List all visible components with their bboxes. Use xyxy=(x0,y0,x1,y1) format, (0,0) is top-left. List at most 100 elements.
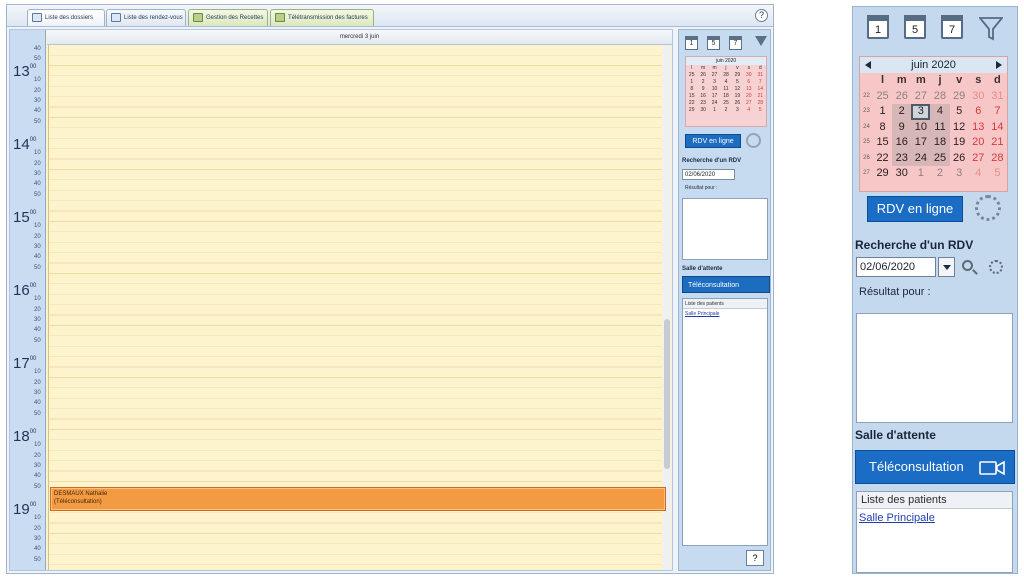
calendar-day[interactable]: 30 xyxy=(697,107,708,114)
calendar-day[interactable]: 22 xyxy=(873,151,892,167)
calendar-day[interactable]: 9 xyxy=(697,86,708,93)
calendar-day[interactable]: 25 xyxy=(720,100,731,107)
calendar-day[interactable]: 23 xyxy=(697,100,708,107)
calendar-day[interactable]: 12 xyxy=(732,86,743,93)
day-view-icon[interactable]: 1 xyxy=(685,36,698,50)
calendar-day[interactable]: 2 xyxy=(720,107,731,114)
calendar-day[interactable]: 2 xyxy=(930,166,949,182)
month-calendar[interactable]: juin 2020 l m m j v s d 22 25 26 27 28 29 30 31 23 1 2 3 4 5… xyxy=(859,56,1008,192)
date-field[interactable]: 02/06/2020 xyxy=(856,257,936,277)
calendar-day[interactable]: 9 xyxy=(892,119,912,135)
help-icon[interactable]: ? xyxy=(755,9,768,22)
calendar-day[interactable]: 13 xyxy=(969,120,988,136)
tab-teletransmission[interactable]: Télétransmission des factures xyxy=(270,9,374,26)
calendar-day[interactable]: 27 xyxy=(911,89,930,105)
calendar-day[interactable]: 21 xyxy=(988,135,1007,151)
refresh-icon[interactable] xyxy=(975,195,1001,221)
calendar-day[interactable]: 31 xyxy=(755,72,766,79)
calendar-day[interactable]: 25 xyxy=(686,72,697,79)
calendar-day[interactable]: 11 xyxy=(720,86,731,93)
filter-icon[interactable] xyxy=(755,36,767,46)
calendar-day[interactable]: 4 xyxy=(720,79,731,86)
calendar-day[interactable]: 28 xyxy=(930,89,949,105)
calendar-day[interactable]: 5 xyxy=(732,79,743,86)
calendar-day[interactable]: 15 xyxy=(873,135,892,151)
calendar-day[interactable]: 2 xyxy=(892,104,912,120)
calendar-day[interactable]: 1 xyxy=(873,104,892,120)
week7-view-icon[interactable]: 7 xyxy=(729,36,742,50)
calendar-day[interactable]: 15 xyxy=(686,93,697,100)
calendar-day[interactable]: 8 xyxy=(686,86,697,93)
patient-link-small[interactable]: Salle Principale xyxy=(683,309,767,319)
calendar-day[interactable]: 17 xyxy=(709,93,720,100)
calendar-day[interactable]: 6 xyxy=(969,104,988,120)
calendar-day[interactable]: 5 xyxy=(950,104,969,120)
calendar-day[interactable]: 26 xyxy=(950,151,969,167)
prev-month-icon[interactable] xyxy=(865,61,871,69)
calendar-day[interactable]: 16 xyxy=(892,135,912,151)
refresh-icon[interactable] xyxy=(746,133,761,148)
calendar-day[interactable]: 22 xyxy=(686,100,697,107)
week7-view-icon[interactable]: 7 xyxy=(941,15,963,39)
appointment-block[interactable]: DESMAUX Nathalie (Téléconsultation) xyxy=(50,487,666,511)
rdv-en-ligne-button-small[interactable]: RDV en ligne xyxy=(685,134,741,148)
calendar-day[interactable]: 26 xyxy=(892,89,911,105)
calendar-day[interactable]: 26 xyxy=(697,72,708,79)
calendar-day[interactable]: 19 xyxy=(732,93,743,100)
calendar-day[interactable]: 30 xyxy=(892,166,911,182)
calendar-day[interactable]: 23 xyxy=(892,150,912,166)
calendar-day[interactable]: 30 xyxy=(969,89,988,105)
date-dropdown-button[interactable] xyxy=(938,257,955,277)
calendar-day[interactable]: 28 xyxy=(720,72,731,79)
date-field-small[interactable]: 02/06/2020 xyxy=(682,169,735,180)
patient-link-salle-principale[interactable]: Salle Principale xyxy=(857,509,1012,527)
calendar-day[interactable]: 7 xyxy=(988,104,1007,120)
filter-icon[interactable] xyxy=(979,17,1003,41)
calendar-day[interactable]: 19 xyxy=(950,135,969,151)
tab-gestion-recettes[interactable]: Gestion des Recettes xyxy=(188,9,268,26)
calendar-day[interactable]: 14 xyxy=(988,120,1007,136)
calendar-day[interactable]: 4 xyxy=(930,104,950,120)
teleconsultation-button[interactable]: Téléconsultation xyxy=(855,450,1015,484)
calendar-day[interactable]: 13 xyxy=(743,86,754,93)
calendar-day[interactable]: 1 xyxy=(709,107,720,114)
calendar-day[interactable]: 18 xyxy=(720,93,731,100)
calendar-day[interactable]: 28 xyxy=(755,100,766,107)
rdv-en-ligne-button[interactable]: RDV en ligne xyxy=(867,196,963,222)
week5-view-icon[interactable]: 5 xyxy=(904,15,926,39)
calendar-day[interactable]: 7 xyxy=(755,79,766,86)
calendar-day[interactable]: 21 xyxy=(755,93,766,100)
next-month-icon[interactable] xyxy=(996,61,1002,69)
calendar-day[interactable]: 1 xyxy=(686,79,697,86)
calendar-day[interactable]: 31 xyxy=(988,89,1007,105)
teleconsultation-button-small[interactable]: Téléconsultation xyxy=(682,276,770,293)
calendar-day[interactable]: 12 xyxy=(950,120,969,136)
calendar-day[interactable]: 11 xyxy=(930,119,950,135)
calendar-day[interactable]: 16 xyxy=(697,93,708,100)
calendar-day[interactable]: 10 xyxy=(709,86,720,93)
calendar-day[interactable]: 26 xyxy=(732,100,743,107)
tab-liste-dossiers[interactable]: Liste des dossiers xyxy=(27,9,105,26)
calendar-day[interactable]: 6 xyxy=(743,79,754,86)
calendar-day[interactable]: 27 xyxy=(743,100,754,107)
calendar-day[interactable]: 17 xyxy=(911,135,931,151)
calendar-day[interactable]: 29 xyxy=(732,72,743,79)
calendar-day[interactable]: 29 xyxy=(686,107,697,114)
calendar-day[interactable]: 27 xyxy=(709,72,720,79)
calendar-day[interactable]: 28 xyxy=(988,151,1007,167)
calendar-day[interactable]: 3 xyxy=(709,79,720,86)
calendar-day[interactable]: 29 xyxy=(873,166,892,182)
calendar-day[interactable]: 24 xyxy=(911,150,931,166)
calendar-day[interactable]: 3 xyxy=(911,104,931,120)
calendar-day[interactable]: 4 xyxy=(743,107,754,114)
week5-view-icon[interactable]: 5 xyxy=(707,36,720,50)
calendar-day[interactable]: 20 xyxy=(743,93,754,100)
calendar-day[interactable]: 5 xyxy=(755,107,766,114)
calendar-day[interactable]: 5 xyxy=(988,166,1007,182)
help-icon[interactable]: ? xyxy=(746,550,764,566)
calendar-day[interactable]: 4 xyxy=(969,166,988,182)
calendar-day[interactable]: 25 xyxy=(873,89,892,105)
calendar-day[interactable]: 24 xyxy=(709,100,720,107)
calendar-day[interactable]: 25 xyxy=(930,150,950,166)
calendar-day[interactable]: 3 xyxy=(950,166,969,182)
